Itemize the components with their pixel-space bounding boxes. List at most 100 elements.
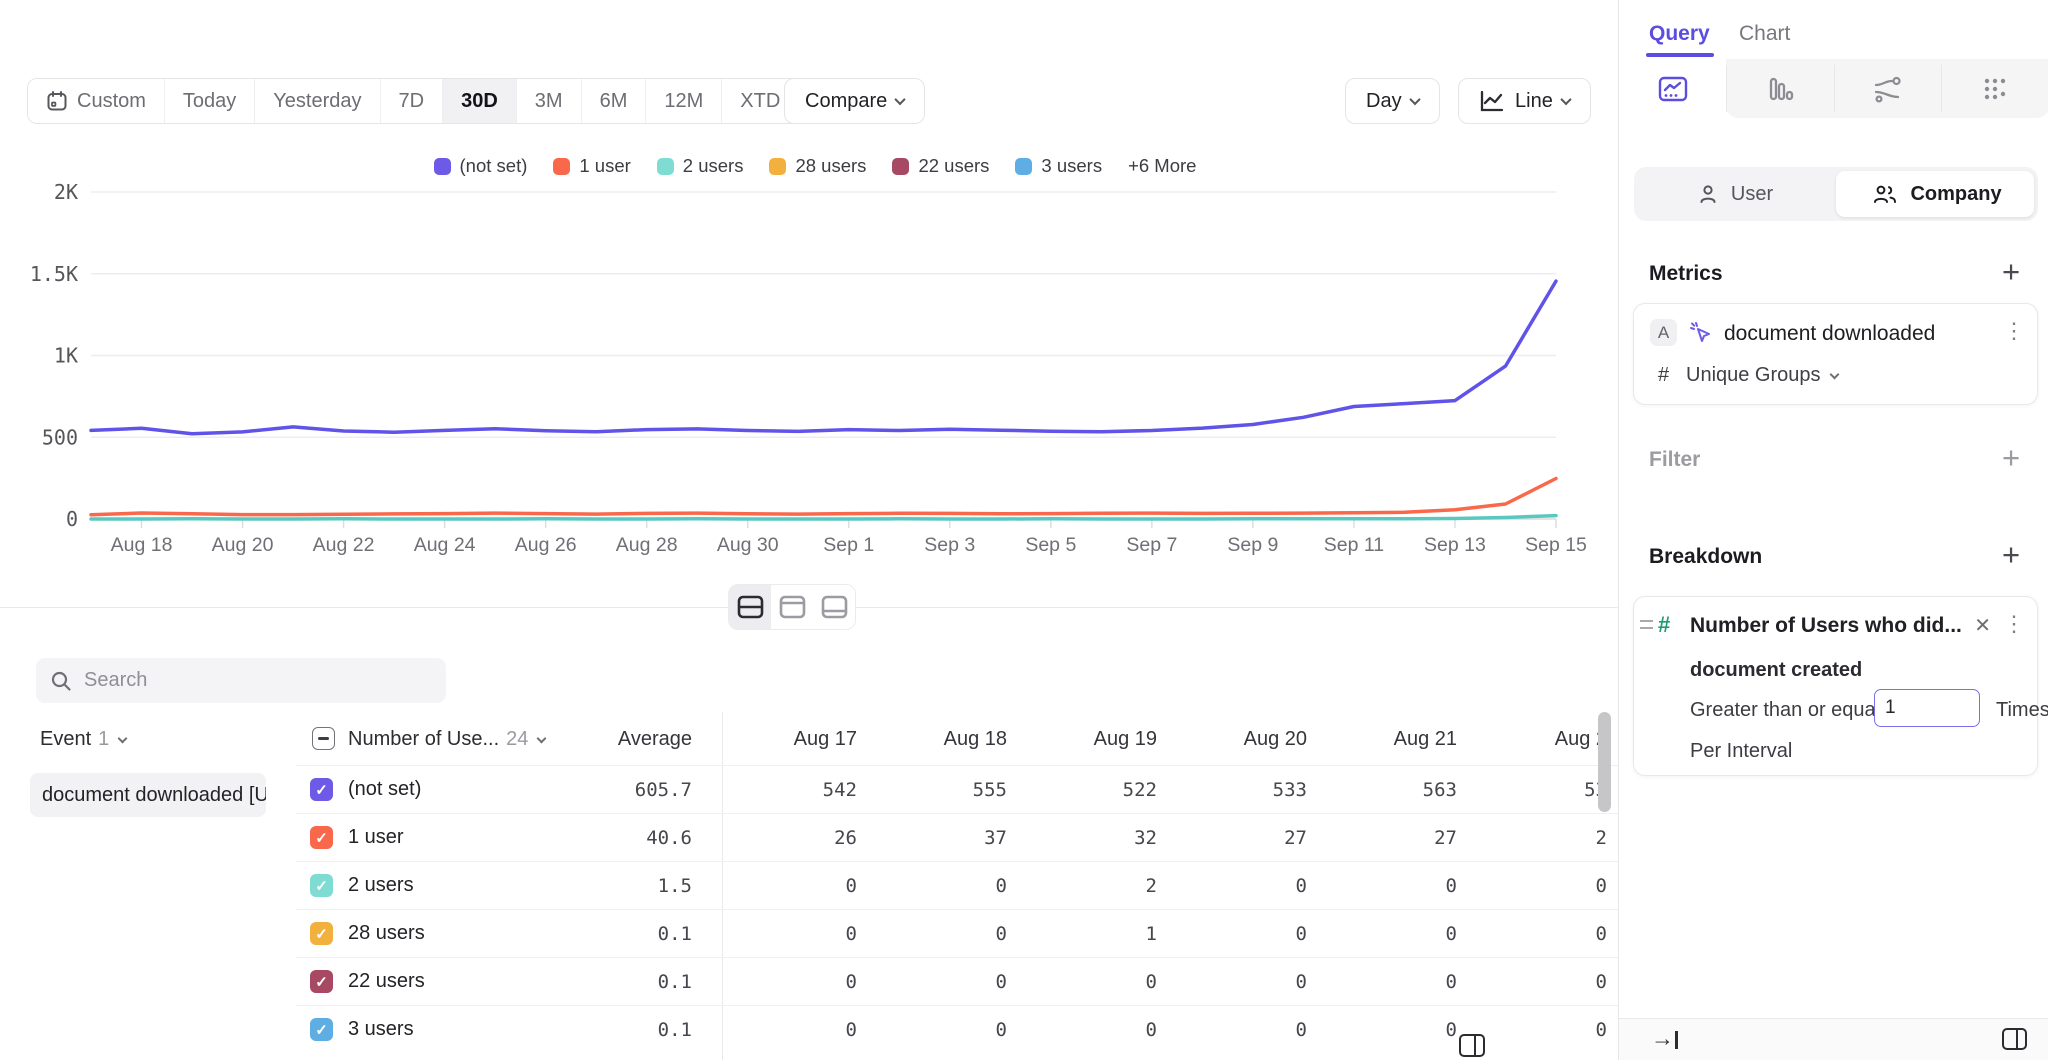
breakdown-title: Number of Users who did...	[1690, 614, 1962, 638]
range-6m-button[interactable]: 6M	[581, 79, 646, 123]
row-checkbox[interactable]: ✓	[310, 874, 333, 897]
table-row: ✓22 users0.1000000	[296, 957, 1630, 1005]
series-line	[91, 479, 1556, 515]
legend-swatch	[769, 158, 786, 175]
entity-toggle: User Company	[1634, 167, 2038, 221]
range-3m-button[interactable]: 3M	[516, 79, 581, 123]
average-value: 0.1	[542, 923, 692, 945]
data-value: 0	[1157, 1019, 1307, 1041]
range-label: Today	[183, 90, 236, 113]
data-value: 0	[707, 923, 857, 945]
breakdown-card[interactable]: # Number of Users who did... ✕ ⋮ documen…	[1633, 596, 2038, 776]
metrics-heading: Metrics	[1649, 262, 1723, 286]
data-value: 0	[1307, 1019, 1457, 1041]
data-value: 53	[1457, 779, 1607, 801]
breakdown-value-input[interactable]	[1874, 689, 1980, 727]
legend-label: 22 users	[918, 155, 989, 177]
data-value: 37	[857, 827, 1007, 849]
tab-grid-chart[interactable]	[1941, 59, 2048, 118]
legend-item[interactable]: 28 users	[769, 155, 866, 177]
average-value: 0.1	[542, 971, 692, 993]
row-checkbox[interactable]: ✓	[310, 970, 333, 993]
chart-type-button[interactable]: Line	[1458, 78, 1591, 124]
interval-button[interactable]: Day	[1345, 78, 1440, 124]
row-checkbox[interactable]: ✓	[310, 778, 333, 801]
series-column-header[interactable]: Number of Use...24	[348, 728, 545, 751]
add-breakdown-button[interactable]: +	[1996, 539, 2026, 570]
data-value: 0	[857, 1019, 1007, 1041]
entity-user-option[interactable]: User	[1634, 167, 1836, 221]
filter-heading: Filter	[1649, 448, 1700, 472]
panel-toggle-icon[interactable]	[1459, 1034, 1485, 1057]
range-7d-button[interactable]: 7D	[380, 79, 443, 123]
row-checkbox[interactable]: ✓	[310, 1018, 333, 1041]
data-value: 27	[1307, 827, 1457, 849]
data-value: 32	[1007, 827, 1157, 849]
layout-table-only-button[interactable]	[813, 585, 855, 629]
tab-line-chart[interactable]	[1619, 59, 1726, 118]
event-list-item[interactable]: document downloaded [U...	[30, 773, 266, 817]
legend-item[interactable]: 22 users	[892, 155, 989, 177]
layout-split-button[interactable]	[729, 585, 771, 629]
legend-label: 2 users	[683, 155, 744, 177]
add-filter-button[interactable]: +	[1996, 442, 2026, 473]
legend-more-button[interactable]: +6 More	[1128, 155, 1196, 177]
calendar-icon	[46, 90, 68, 112]
range-today-button[interactable]: Today	[164, 79, 254, 123]
table-scrollbar[interactable]	[1598, 712, 1611, 812]
row-checkbox[interactable]: ✓	[310, 826, 333, 849]
data-value: 533	[1157, 779, 1307, 801]
table-header-row: Event1 Number of Use...24 AverageAug 17A…	[0, 716, 1630, 762]
chevron-down-icon	[1829, 370, 1839, 380]
range-label: XTD	[740, 90, 780, 113]
measure-dropdown[interactable]: Unique Groups	[1686, 364, 1838, 387]
legend-swatch	[657, 158, 674, 175]
legend-item[interactable]: 1 user	[553, 155, 630, 177]
date-column-header: Aug 19	[1007, 728, 1157, 751]
data-value: 0	[707, 971, 857, 993]
x-axis-tick-label: Aug 28	[616, 534, 678, 556]
metric-card[interactable]: A document downloaded ⋮ # Unique Groups	[1633, 303, 2038, 405]
grid-dots-tab-icon	[1979, 73, 2011, 105]
breakdown-event-name: document created	[1690, 659, 1862, 682]
tab-query[interactable]: Query	[1649, 22, 1710, 46]
range-30d-button[interactable]: 30D	[442, 79, 516, 123]
y-axis-tick-label: 1K	[54, 344, 78, 368]
row-label: 28 users	[348, 922, 425, 945]
select-all-checkbox[interactable]	[312, 727, 335, 750]
tab-bar-chart[interactable]	[1726, 59, 1833, 118]
indeterminate-mark	[318, 737, 329, 740]
data-value: 0	[1457, 971, 1607, 993]
close-icon[interactable]: ✕	[1974, 613, 1991, 638]
data-value: 0	[1157, 875, 1307, 897]
legend-label: 28 users	[795, 155, 866, 177]
row-checkbox[interactable]: ✓	[310, 922, 333, 945]
layout-chart-only-button[interactable]	[771, 585, 813, 629]
collapse-sidebar-icon[interactable]: →	[1651, 1025, 1678, 1052]
average-value: 1.5	[542, 875, 692, 897]
date-column-header: Aug 20	[1157, 728, 1307, 751]
drag-handle-icon[interactable]	[1640, 620, 1653, 629]
series-line	[91, 281, 1556, 434]
tab-flow-chart[interactable]	[1834, 59, 1941, 118]
data-value: 0	[1457, 875, 1607, 897]
event-column-header[interactable]: Event1	[40, 728, 126, 751]
legend-item[interactable]: 3 users	[1015, 155, 1102, 177]
table-row: ✓28 users0.1001000	[296, 909, 1630, 957]
entity-company-option[interactable]: Company	[1836, 167, 2038, 221]
tab-chart[interactable]: Chart	[1739, 22, 1790, 46]
range-12m-button[interactable]: 12M	[645, 79, 721, 123]
kebab-menu-icon[interactable]: ⋮	[2003, 318, 2025, 344]
panel-layout-icon[interactable]	[2002, 1028, 2027, 1050]
data-value: 0	[1307, 923, 1457, 945]
range-yesterday-button[interactable]: Yesterday	[254, 79, 379, 123]
range-custom-button[interactable]: Custom	[28, 79, 164, 123]
legend-item[interactable]: (not set)	[434, 155, 528, 177]
legend-item[interactable]: 2 users	[657, 155, 744, 177]
search-input[interactable]	[84, 669, 414, 692]
compare-button[interactable]: Compare	[784, 78, 925, 124]
add-metric-button[interactable]: +	[1996, 256, 2026, 287]
data-value: 555	[857, 779, 1007, 801]
x-axis-tick-label: Sep 1	[823, 534, 874, 556]
kebab-menu-icon[interactable]: ⋮	[2003, 611, 2025, 637]
